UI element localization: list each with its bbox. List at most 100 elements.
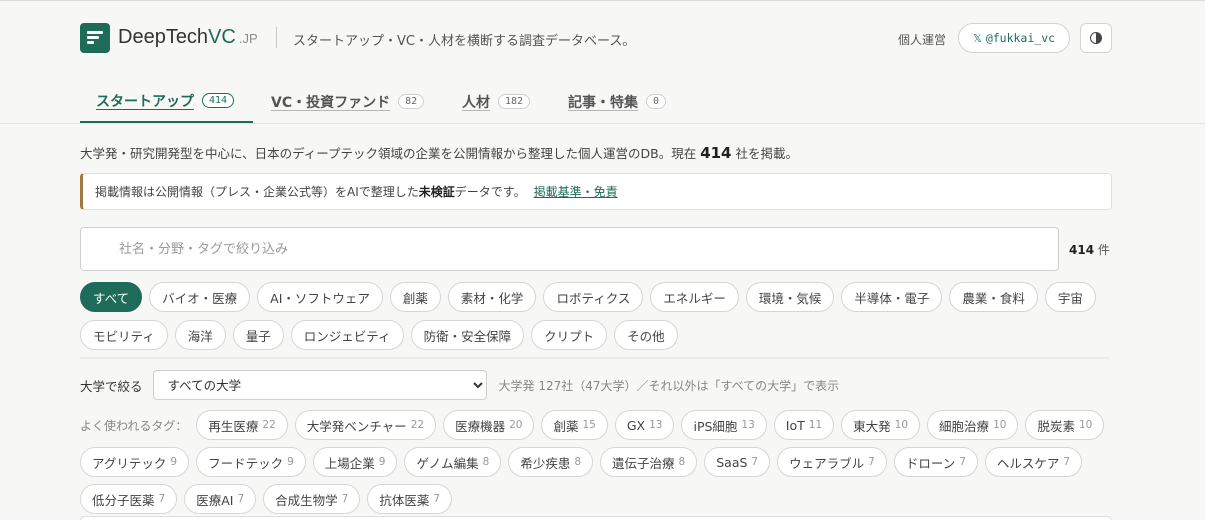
tab-count: 182 bbox=[498, 94, 531, 109]
tag-name: 再生医療 bbox=[208, 418, 259, 434]
tag-chip[interactable]: フードテック 9 bbox=[196, 447, 306, 477]
category-chip[interactable]: 海洋 bbox=[174, 320, 226, 350]
brand-main: DeepTech bbox=[118, 26, 209, 48]
category-chip-all[interactable]: すべて bbox=[80, 282, 143, 312]
tag-chip[interactable]: 再生医療 22 bbox=[196, 410, 288, 440]
tag-count: 8 bbox=[678, 456, 686, 468]
tag-count: 22 bbox=[262, 419, 276, 431]
category-chip[interactable]: 創薬 bbox=[389, 282, 441, 312]
tab-people[interactable]: 人材 182 bbox=[446, 80, 546, 123]
tag-name: 抗体医薬 bbox=[379, 492, 430, 508]
tag-count: 9 bbox=[378, 456, 386, 468]
tag-chip[interactable]: 創薬 15 bbox=[541, 410, 608, 440]
x-handle: @fukkai_vc bbox=[985, 31, 1056, 45]
tag-count: 7 bbox=[433, 493, 441, 505]
category-filter: すべて バイオ・医療 AI・ソフトウェア 創薬 素材・化学 ロボティクス エネル… bbox=[80, 282, 1112, 350]
tag-name: 創薬 bbox=[553, 418, 579, 434]
university-note: 大学発 127社（47大学）／それ以外は「すべての大学」で表示 bbox=[498, 378, 840, 393]
category-chip[interactable]: その他 bbox=[614, 320, 678, 350]
tag-name: 上場企業 bbox=[324, 455, 375, 471]
tab-label: 人材 bbox=[462, 94, 490, 111]
intro-before: 大学発・研究開発型を中心に、日本のディープテック領域の企業を公開情報から整理した… bbox=[80, 146, 697, 161]
tab-articles[interactable]: 記事・特集 0 bbox=[552, 80, 682, 123]
tag-chip[interactable]: 大学発ベンチャー 22 bbox=[294, 410, 437, 440]
tab-count: 414 bbox=[202, 93, 235, 108]
tab-vc-funds[interactable]: VC・投資ファンド 82 bbox=[255, 80, 440, 123]
tag-name: 遺伝子治療 bbox=[612, 455, 675, 471]
tag-count: 11 bbox=[808, 419, 823, 431]
tab-label: VC・投資ファンド bbox=[271, 94, 391, 111]
tab-label: スタートアップ bbox=[96, 93, 194, 110]
category-chip[interactable]: 環境・気候 bbox=[745, 282, 835, 312]
tag-chip[interactable]: GX 13 bbox=[614, 410, 675, 440]
tag-count: 13 bbox=[649, 419, 663, 431]
search-input[interactable] bbox=[80, 227, 1059, 271]
tag-chip[interactable]: 遺伝子治療 8 bbox=[600, 447, 698, 477]
tag-count: 15 bbox=[582, 419, 596, 431]
category-chip[interactable]: 農業・食料 bbox=[949, 282, 1038, 312]
tag-name: GX bbox=[626, 417, 646, 433]
tag-chip[interactable]: アグリテック 9 bbox=[80, 447, 190, 477]
tag-chip[interactable]: 合成生物学 7 bbox=[263, 484, 361, 514]
tag-chip[interactable]: ウェアラブル 7 bbox=[777, 447, 887, 477]
tab-count: 82 bbox=[398, 94, 425, 109]
tab-label: 記事・特集 bbox=[568, 94, 638, 111]
brand-suffix: .JP bbox=[238, 31, 258, 46]
category-chip[interactable]: 量子 bbox=[232, 320, 284, 350]
tag-chip[interactable]: 抗体医薬 7 bbox=[367, 484, 453, 514]
intro-text: 大学発・研究開発型を中心に、日本のディープテック領域の企業を公開情報から整理した… bbox=[80, 143, 798, 162]
logo-icon[interactable] bbox=[80, 23, 110, 53]
tag-count: 7 bbox=[237, 493, 245, 505]
category-chip[interactable]: 防衛・安全保障 bbox=[410, 320, 525, 350]
tag-chip[interactable]: ドローン 7 bbox=[893, 447, 978, 477]
theme-toggle-button[interactable] bbox=[1080, 23, 1112, 53]
tag-name: 大学発ベンチャー bbox=[306, 418, 407, 434]
criteria-disclaimer-link[interactable]: 掲載基準・免責 bbox=[534, 183, 618, 200]
theme-toggle-icon bbox=[1090, 32, 1102, 44]
tag-chip[interactable]: 医療AI 7 bbox=[184, 484, 257, 514]
category-chip[interactable]: エネルギー bbox=[650, 282, 739, 312]
category-chip[interactable]: 素材・化学 bbox=[447, 282, 537, 312]
brand-logo[interactable]: DeepTechVC .JP bbox=[118, 26, 258, 49]
tag-chip[interactable]: ゲノム編集 8 bbox=[404, 447, 502, 477]
university-filter: 大学で絞る すべての大学 大学発 127社（47大学）／それ以外は「すべての大学… bbox=[80, 370, 839, 400]
category-chip[interactable]: 宇宙 bbox=[1044, 282, 1096, 312]
notice-after: データです。 bbox=[454, 185, 526, 199]
tag-chip[interactable]: ヘルスケア 7 bbox=[984, 447, 1083, 477]
category-chip[interactable]: モビリティ bbox=[80, 320, 168, 350]
tag-chip[interactable]: IoT 11 bbox=[773, 410, 835, 440]
category-chip[interactable]: ロンジェビティ bbox=[290, 320, 404, 350]
category-chip[interactable]: ロボティクス bbox=[543, 282, 644, 312]
tag-chip[interactable]: SaaS 7 bbox=[704, 447, 771, 477]
result-count-number: 414 bbox=[1069, 243, 1095, 257]
brand-accent: VC bbox=[208, 26, 236, 48]
tag-chip[interactable]: iPS細胞 13 bbox=[681, 410, 767, 440]
university-select[interactable]: すべての大学 bbox=[152, 370, 487, 400]
tag-chip[interactable]: 医療機器 20 bbox=[443, 410, 535, 440]
tag-chip[interactable]: 東大発 10 bbox=[841, 410, 921, 440]
tag-chip[interactable]: 脱炭素 10 bbox=[1025, 410, 1105, 440]
category-chip[interactable]: バイオ・医療 bbox=[149, 282, 251, 312]
university-filter-label: 大学で絞る bbox=[80, 378, 143, 394]
result-count-unit: 件 bbox=[1097, 243, 1110, 257]
category-chip[interactable]: 半導体・電子 bbox=[841, 282, 943, 312]
header-divider bbox=[276, 27, 277, 48]
tag-name: ドローン bbox=[905, 455, 956, 471]
tab-startups[interactable]: スタートアップ 414 bbox=[80, 80, 253, 123]
tag-count: 13 bbox=[741, 419, 755, 431]
site-header: DeepTechVC .JP スタートアップ・VC・人材を横断する調査データベース… bbox=[80, 23, 1112, 53]
x-account-button[interactable]: 𝕏 @fukkai_vc bbox=[958, 23, 1070, 53]
tag-chip[interactable]: 低分子医薬 7 bbox=[80, 484, 178, 514]
tag-chip[interactable]: 細胞治療 10 bbox=[927, 410, 1019, 440]
tag-count: 22 bbox=[410, 419, 425, 431]
tag-name: 希少疾患 bbox=[520, 455, 571, 471]
tag-chip[interactable]: 希少疾患 8 bbox=[508, 447, 594, 477]
category-chip[interactable]: クリプト bbox=[531, 320, 608, 350]
tag-name: SaaS bbox=[716, 454, 748, 470]
tag-name: ゲノム編集 bbox=[416, 455, 479, 471]
category-chip[interactable]: AI・ソフトウェア bbox=[257, 282, 383, 312]
operator-label: 個人運営 bbox=[898, 33, 947, 47]
tag-chip[interactable]: 上場企業 9 bbox=[312, 447, 398, 477]
tag-name: 東大発 bbox=[853, 418, 891, 434]
tag-count: 10 bbox=[993, 419, 1007, 431]
